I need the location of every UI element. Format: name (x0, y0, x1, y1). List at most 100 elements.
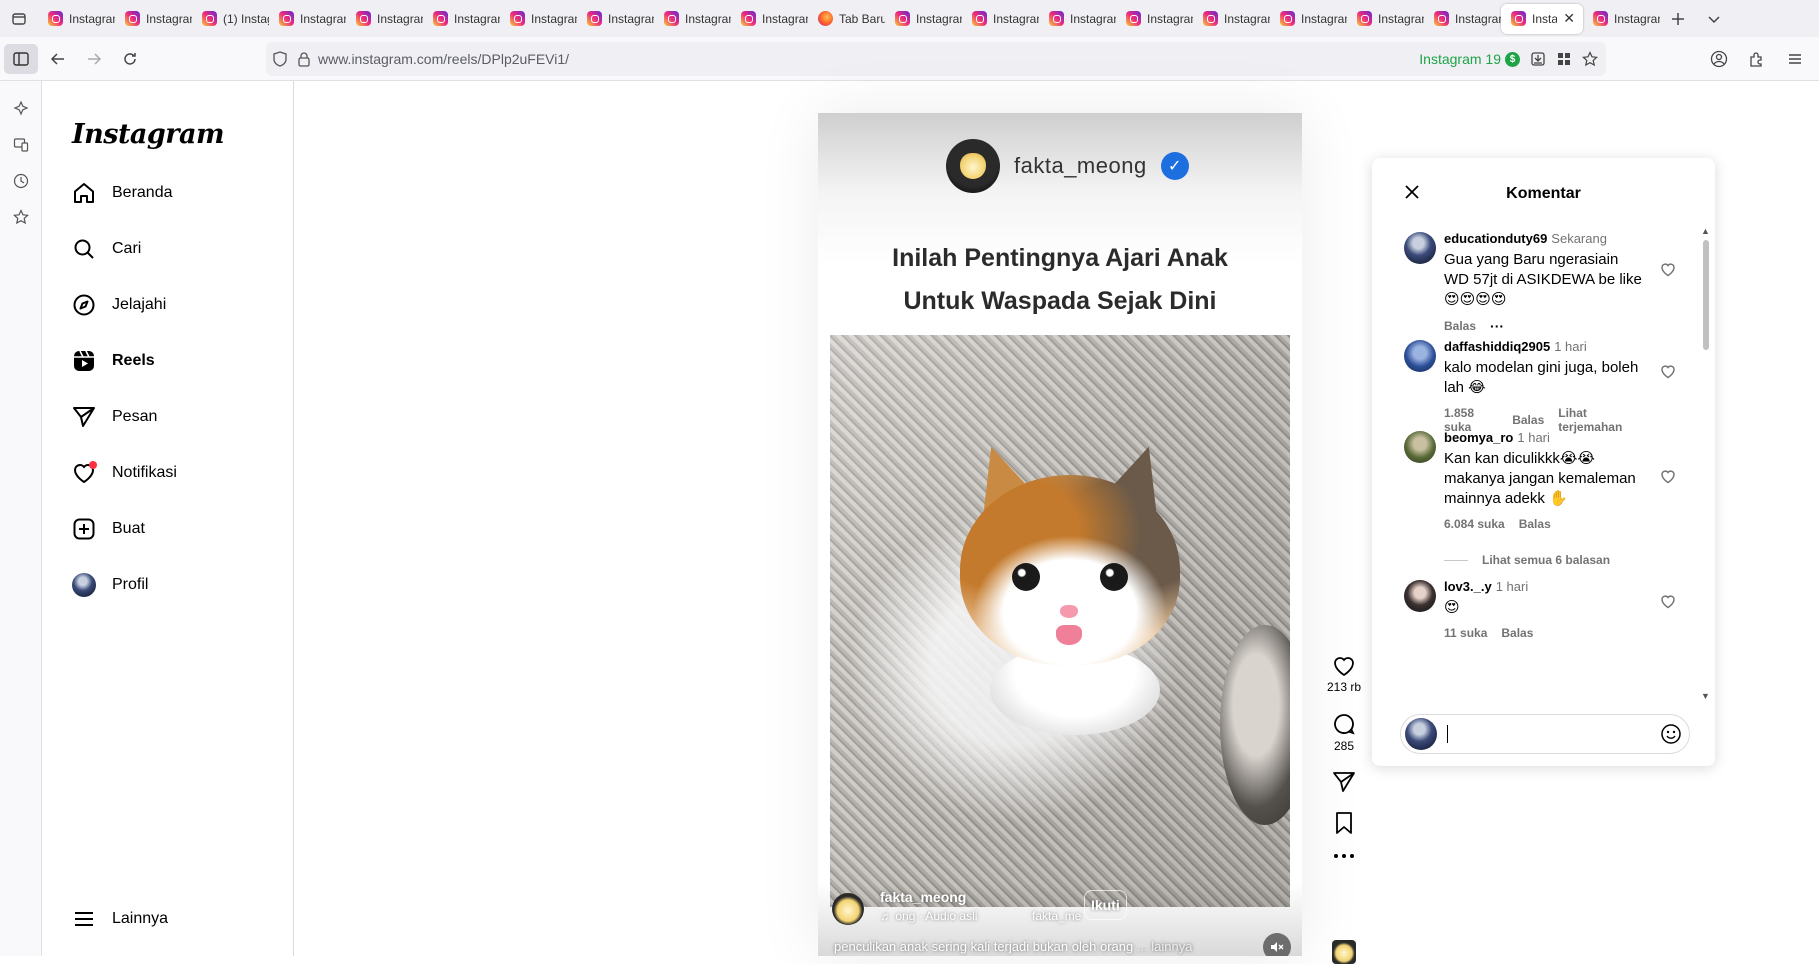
sidebar-toggle-button[interactable] (4, 43, 38, 74)
more-menu-label: Lainnya (112, 910, 169, 927)
bookmarks-button[interactable] (0, 199, 42, 235)
follow-button[interactable]: Ikuti (1084, 890, 1127, 920)
grid-icon[interactable] (1556, 51, 1572, 67)
instagram-icon (587, 11, 602, 26)
tab[interactable]: Instagram (577, 4, 654, 34)
nav-item-pesan[interactable]: Pesan (70, 389, 270, 445)
tab[interactable]: Tab Baru (808, 4, 885, 34)
scrollbar-thumb[interactable] (1703, 240, 1709, 350)
emoji-button[interactable] (1653, 716, 1689, 752)
lock-icon[interactable] (296, 51, 312, 67)
instagram-icon (1280, 11, 1295, 26)
tab[interactable]: Instagram (962, 4, 1039, 34)
comment-like-heart-icon[interactable] (1660, 594, 1678, 612)
comment-avatar[interactable] (1404, 232, 1436, 264)
url-bar[interactable]: www.instagram.com/reels/DPlp2uFEVi1/ Ins… (266, 42, 1606, 76)
extension-badge[interactable]: Instagram 19 $ (1419, 51, 1520, 67)
tab[interactable]: Instagram (1583, 4, 1660, 34)
save-button[interactable] (1322, 811, 1366, 835)
view-replies-button[interactable]: Lihat semua 6 balasan (1444, 553, 1610, 567)
comment-avatar[interactable] (1404, 580, 1436, 612)
reload-button[interactable] (112, 41, 148, 77)
tab[interactable]: Instagram (1116, 4, 1193, 34)
nav-item-reels[interactable]: Reels (70, 333, 270, 389)
nav-item-beranda[interactable]: Beranda (70, 165, 270, 221)
comment-like-count[interactable]: 11 suka (1444, 626, 1487, 640)
close-tab-icon[interactable]: ✕ (1563, 10, 1575, 27)
tab[interactable]: Instagram (346, 4, 423, 34)
comment-avatar[interactable] (1404, 340, 1436, 372)
dollar-icon: $ (1505, 51, 1520, 67)
like-button[interactable]: 213 rb (1322, 655, 1366, 694)
comment-username[interactable]: daffashiddiq2905 (1444, 339, 1550, 354)
reel-author-avatar[interactable] (832, 893, 864, 925)
tab[interactable]: Instagram (500, 4, 577, 34)
tab[interactable]: Instagram (38, 4, 115, 34)
comments-list[interactable]: educationduty69 Sekarang Gua yang Baru nge… (1372, 230, 1702, 700)
download-page-icon[interactable] (1530, 51, 1546, 67)
tab[interactable]: Instagram (1424, 4, 1501, 34)
reply-button[interactable]: Balas (1519, 517, 1551, 531)
url-text[interactable]: www.instagram.com/reels/DPlp2uFEVi1/ (318, 51, 569, 67)
tab-overview-button[interactable] (0, 0, 38, 37)
comment-username[interactable]: educationduty69 (1444, 231, 1547, 246)
forward-button[interactable] (76, 41, 112, 77)
comment-input[interactable] (1450, 719, 1653, 749)
tab[interactable]: Instagram (1039, 4, 1116, 34)
reel-description-more[interactable]: ... lainnya (1137, 939, 1193, 954)
scroll-up-arrow-icon[interactable]: ▲ (1701, 226, 1710, 236)
tab[interactable]: (1) Instagram (192, 4, 269, 34)
comment-username[interactable]: lov3._.y (1444, 579, 1492, 594)
comment-like-heart-icon[interactable] (1660, 364, 1678, 382)
reply-button[interactable]: Balas (1444, 319, 1476, 333)
comment-avatar[interactable] (1404, 431, 1436, 463)
reel-audio-link[interactable]: ♬ ong · Audio asli (880, 909, 977, 923)
reel-audio-owner[interactable]: fakta_me (1032, 909, 1081, 923)
extensions-button[interactable] (1739, 41, 1775, 77)
reel-author-username[interactable]: fakta_meong (880, 889, 966, 905)
comment-like-count[interactable]: 6.084 suka (1444, 517, 1505, 531)
tab[interactable]: Instagram (885, 4, 962, 34)
audio-thumbnail[interactable] (1332, 940, 1356, 964)
nav-item-jelajahi[interactable]: Jelajahi (70, 277, 270, 333)
new-tab-button[interactable] (1660, 0, 1696, 37)
comments-scrollbar[interactable]: ▲ ▼ (1699, 226, 1713, 701)
history-button[interactable] (0, 163, 42, 199)
account-button[interactable] (1701, 41, 1737, 77)
menu-button[interactable] (1777, 41, 1813, 77)
reel-video-player[interactable]: fakta_meong ✓ Inilah Pentingnya Ajari An… (818, 113, 1302, 956)
tab[interactable]: Instagram (654, 4, 731, 34)
nav-item-cari[interactable]: Cari (70, 221, 270, 277)
nav-item-buat[interactable]: Buat (70, 501, 270, 557)
instagram-logo[interactable]: Instagram (72, 119, 225, 150)
tab[interactable]: Instagram (115, 4, 192, 34)
tab[interactable]: Instagram (1270, 4, 1347, 34)
reel-video-frame[interactable] (830, 335, 1290, 907)
reply-button[interactable]: Balas (1501, 626, 1533, 640)
tab[interactable]: Instagram (1193, 4, 1270, 34)
synced-tabs-button[interactable] (0, 127, 42, 163)
comment-like-heart-icon[interactable] (1660, 262, 1678, 280)
scroll-down-arrow-icon[interactable]: ▼ (1701, 691, 1710, 701)
nav-item-profil[interactable]: Profil (70, 557, 270, 613)
shield-icon[interactable] (272, 51, 288, 67)
tab-active[interactable]: Instagram ✕ (1501, 3, 1583, 34)
reply-button[interactable]: Balas (1512, 413, 1544, 427)
comment-like-heart-icon[interactable] (1660, 469, 1678, 487)
tab[interactable]: Instagram (731, 4, 808, 34)
tab[interactable]: Instagram (1347, 4, 1424, 34)
comment-username[interactable]: beomya_ro (1444, 430, 1513, 445)
tab[interactable]: Instagram (423, 4, 500, 34)
ai-chat-button[interactable] (0, 91, 42, 127)
more-options-button[interactable] (1322, 853, 1366, 859)
tab-list-button[interactable] (1696, 0, 1732, 37)
nav-item-notifikasi[interactable]: Notifikasi (70, 445, 270, 501)
bookmark-star-icon[interactable] (1582, 51, 1598, 67)
comment-options-button[interactable]: ··· (1490, 318, 1504, 334)
mute-button[interactable] (1263, 933, 1291, 956)
tab[interactable]: Instagram (269, 4, 346, 34)
more-menu-button[interactable]: Lainnya (70, 901, 168, 937)
share-button[interactable] (1322, 771, 1366, 793)
comment-button[interactable]: 285 (1322, 712, 1366, 753)
back-button[interactable] (40, 41, 76, 77)
